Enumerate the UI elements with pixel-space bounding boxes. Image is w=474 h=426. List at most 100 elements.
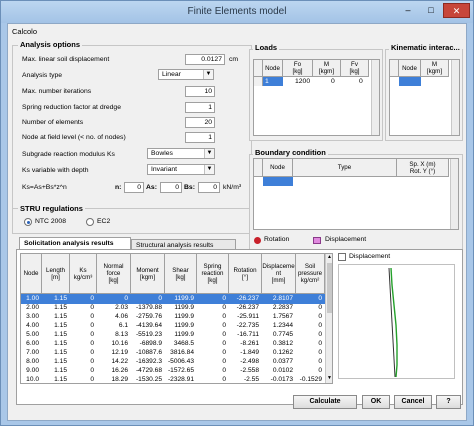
- displacement-legend-icon: [313, 237, 321, 244]
- results-header-soil-pressure: Soil pressure kg/cm²: [296, 254, 325, 294]
- scroll-up-icon[interactable]: ▲: [326, 254, 332, 262]
- table-cell: 12.19: [111, 349, 128, 356]
- results-header-displacement: Displaceme nt [mm]: [262, 254, 296, 294]
- analysis-type-select[interactable]: Linear ▼: [158, 69, 214, 80]
- table-cell: 4.06: [115, 313, 128, 320]
- ntc2008-radio[interactable]: [24, 218, 32, 226]
- table-cell: 2.03: [115, 304, 128, 311]
- table-cell: -2759.76: [135, 313, 162, 320]
- table-cell: 0: [318, 349, 322, 356]
- boundary-title: Boundary condition: [253, 148, 328, 157]
- max-displacement-unit: cm: [229, 56, 239, 63]
- table-cell: 1.15: [54, 349, 67, 356]
- chevron-down-icon: ▼: [204, 149, 214, 158]
- table-cell: -2.558: [240, 367, 259, 374]
- table-cell: 0: [222, 340, 226, 347]
- analysis-type-label: Analysis type: [22, 72, 63, 79]
- loads-header-fv: Fv [kg]: [341, 60, 369, 77]
- table-cell: 0: [222, 313, 226, 320]
- max-displacement-input[interactable]: 0.0127: [185, 54, 225, 65]
- loads-scrollbar[interactable]: [371, 60, 379, 135]
- loads-fv-cell[interactable]: 0: [359, 78, 363, 85]
- loads-m-cell[interactable]: 0: [331, 78, 335, 85]
- client-area: Calcolo Analysis options Max. linear soi…: [7, 23, 467, 421]
- table-cell: -6898.9: [139, 340, 162, 347]
- scroll-thumb[interactable]: [327, 263, 332, 313]
- displacement-checkbox[interactable]: [338, 253, 346, 261]
- table-cell: 0: [90, 304, 94, 311]
- cancel-button[interactable]: Cancel: [394, 395, 432, 409]
- scroll-down-icon[interactable]: ▼: [326, 375, 332, 383]
- kinematic-table[interactable]: Node M [kgm]: [389, 59, 460, 136]
- bs-label: Bs:: [184, 184, 195, 191]
- results-scrollbar[interactable]: ▲ ▼: [325, 254, 332, 383]
- subgrade-select[interactable]: Bowles ▼: [147, 148, 215, 159]
- loads-header-corner: [254, 60, 263, 77]
- max-iterations-label: Max. number iterations: [22, 88, 92, 95]
- title-bar[interactable]: Finite Elements model ‒ □ ✕: [1, 1, 473, 23]
- table-cell: 10.16: [111, 340, 128, 347]
- results-header-ks: Ks kg/cm³: [70, 254, 97, 294]
- table-cell: 0: [318, 358, 322, 365]
- main-window: Finite Elements model ‒ □ ✕ Calcolo Anal…: [0, 0, 474, 426]
- as-input[interactable]: 0: [160, 182, 182, 193]
- kin-scrollbar[interactable]: [451, 60, 459, 135]
- table-cell: 1.00: [26, 295, 39, 302]
- table-cell: -4139.64: [135, 322, 162, 329]
- ks-variable-select[interactable]: Invariant ▼: [147, 164, 215, 175]
- spring-reduction-label: Spring reduction factor at dredge: [22, 104, 121, 111]
- node-field-level-input[interactable]: 1: [185, 132, 215, 143]
- table-cell: 0: [318, 340, 322, 347]
- loads-fo-cell[interactable]: 1200: [295, 78, 310, 85]
- chevron-down-icon: ▼: [204, 165, 214, 174]
- kin-header-m: M [kgm]: [421, 60, 449, 77]
- table-cell: 3468.5: [173, 340, 194, 347]
- loads-node-cell[interactable]: 1: [265, 78, 269, 85]
- table-cell: -1572.65: [167, 367, 194, 374]
- table-cell: 0: [90, 295, 94, 302]
- table-cell: 1.15: [54, 322, 67, 329]
- stru-title: STRU regulations: [18, 204, 85, 213]
- ok-button[interactable]: OK: [362, 395, 390, 409]
- maximize-button[interactable]: □: [420, 3, 442, 18]
- tab-solicitation[interactable]: Solicitation analysis results: [19, 237, 131, 249]
- help-button[interactable]: ?: [436, 395, 461, 409]
- table-cell: 0: [124, 295, 128, 302]
- table-cell: 14.22: [111, 358, 128, 365]
- calculate-button[interactable]: Calculate: [293, 395, 357, 409]
- loads-table[interactable]: Node Fo [kg] M [kgm] Fv [kg] 1 1200 0 0: [253, 59, 380, 136]
- menu-calcolo[interactable]: Calcolo: [12, 27, 37, 36]
- close-button[interactable]: ✕: [443, 3, 470, 18]
- table-cell: 3.00: [26, 313, 39, 320]
- table-cell: 1199.9: [174, 331, 194, 338]
- ks-variable-label: Ks variable with depth: [22, 167, 89, 174]
- max-displacement-label: Max. linear soil displacement: [22, 56, 110, 63]
- table-cell: -0.0173: [270, 376, 293, 383]
- table-cell: 5.00: [26, 331, 39, 338]
- n-input[interactable]: 0: [124, 182, 144, 193]
- kin-header-node: Node: [399, 60, 421, 77]
- number-elements-input[interactable]: 20: [185, 117, 215, 128]
- ec2-radio[interactable]: [86, 218, 94, 226]
- boundary-header-type: Type: [293, 159, 397, 177]
- table-row[interactable]: 10.0 1.15 0 18.29 -1530.25 -2328.91 0 -2.55 -0.0…: [21, 375, 325, 383]
- boundary-scrollbar[interactable]: [450, 159, 458, 229]
- results-table[interactable]: Node Length [m] Ks kg/cm³ Normal force […: [20, 253, 333, 384]
- table-cell: 0.7745: [272, 331, 293, 338]
- table-cell: 1.15: [54, 376, 67, 383]
- as-label: As:: [146, 184, 157, 191]
- bs-input[interactable]: 0: [198, 182, 220, 193]
- table-cell: 18.29: [111, 376, 128, 383]
- boundary-header-node: Node: [263, 159, 293, 177]
- table-cell: 0: [90, 367, 94, 374]
- table-cell: 0.3812: [272, 340, 293, 347]
- table-cell: 2.8107: [272, 295, 293, 302]
- max-iterations-input[interactable]: 10: [185, 86, 215, 97]
- boundary-row-highlight: [263, 177, 293, 186]
- table-cell: 6.1: [118, 322, 128, 329]
- boundary-table[interactable]: Node Type Sp. X (m) Rot. Y (°): [253, 158, 459, 230]
- table-cell: 0: [90, 376, 94, 383]
- table-cell: -26.237: [236, 304, 259, 311]
- minimize-button[interactable]: ‒: [397, 3, 419, 18]
- spring-reduction-input[interactable]: 1: [185, 102, 215, 113]
